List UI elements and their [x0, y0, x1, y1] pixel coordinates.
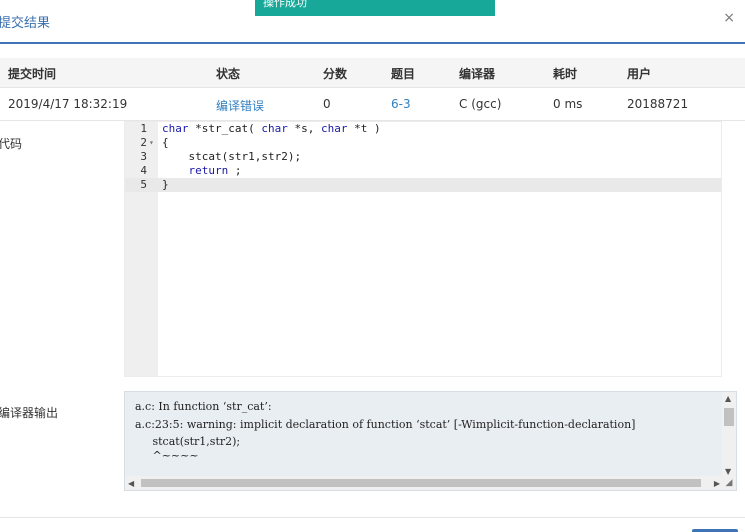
compiler-output-box[interactable]: a.c: In function ‘str_cat’: a.c:23:5: wa…: [124, 391, 737, 491]
code-editor[interactable]: 1 char *str_cat( char *s, char *t ) 2 ▾ …: [124, 121, 722, 377]
line-number: 5: [140, 178, 147, 191]
line-number: 3: [140, 150, 147, 163]
problem-link[interactable]: 6-3: [391, 97, 411, 111]
close-icon[interactable]: ×: [723, 10, 735, 26]
time-value: 0 ms: [553, 97, 583, 111]
code-line: 4 return ;: [125, 164, 721, 178]
status-link[interactable]: 编译错误: [216, 97, 264, 114]
line-number: 1: [140, 122, 147, 135]
horizontal-scroll-thumb[interactable]: [141, 479, 701, 487]
compiler-value: C (gcc): [459, 97, 502, 111]
column-time: 耗时: [553, 67, 578, 81]
code-line: 3 stcat(str1,str2);: [125, 150, 721, 164]
vertical-scroll-thumb[interactable]: [724, 408, 734, 426]
column-user: 用户: [627, 67, 652, 81]
scroll-left-icon[interactable]: ◀: [128, 479, 134, 488]
dialog-header: 提交结果 ×: [0, 0, 745, 44]
table-row: 2019/4/17 18:32:19 编译错误 0 6-3 C (gcc) 0 …: [0, 89, 745, 121]
fold-arrow-icon[interactable]: ▾: [149, 136, 154, 150]
scroll-right-icon[interactable]: ▶: [714, 479, 720, 488]
vertical-scrollbar[interactable]: ▲ ▼: [722, 392, 736, 478]
code-text: return ;: [188, 164, 242, 177]
code-text: {: [162, 136, 169, 149]
code-text: stcat(str1,str2);: [162, 150, 302, 163]
code-text: }: [162, 178, 169, 191]
scroll-up-icon[interactable]: ▲: [725, 394, 731, 403]
code-line-active: 5 }: [125, 178, 721, 192]
column-compiler: 编译器: [459, 67, 496, 81]
footer-divider: [0, 517, 745, 518]
table-header: 提交时间 状态 分数 题目 编译器 耗时 用户: [0, 58, 745, 88]
output-line: ^~~~~: [135, 449, 199, 462]
code-line: 2 ▾ {: [125, 136, 721, 150]
code-label: 代码: [0, 137, 23, 151]
user-value: 20188721: [627, 97, 689, 111]
column-status: 状态: [216, 67, 241, 81]
score-value: 0: [323, 97, 331, 111]
dialog-title: 提交结果: [0, 16, 51, 31]
column-submit-time: 提交时间: [8, 67, 57, 81]
output-line: stcat(str1,str2);: [135, 435, 241, 448]
line-number: 4: [140, 164, 147, 177]
compiler-output-label: 编译器输出: [0, 406, 59, 420]
scroll-down-icon[interactable]: ▼: [725, 467, 731, 476]
line-number: 2: [140, 136, 147, 149]
output-line: a.c:23:5: warning: implicit declaration …: [135, 418, 636, 431]
output-line: a.c: In function ‘str_cat’:: [135, 400, 272, 413]
submit-time-value: 2019/4/17 18:32:19: [8, 97, 128, 111]
code-text: char *str_cat( char *s, char *t ): [162, 122, 381, 135]
column-score: 分数: [323, 67, 348, 81]
resize-handle-icon[interactable]: ◢: [722, 476, 736, 490]
horizontal-scrollbar[interactable]: ◀ ▶: [125, 476, 723, 490]
column-problem: 题目: [391, 67, 416, 81]
code-line: 1 char *str_cat( char *s, char *t ): [125, 122, 721, 136]
